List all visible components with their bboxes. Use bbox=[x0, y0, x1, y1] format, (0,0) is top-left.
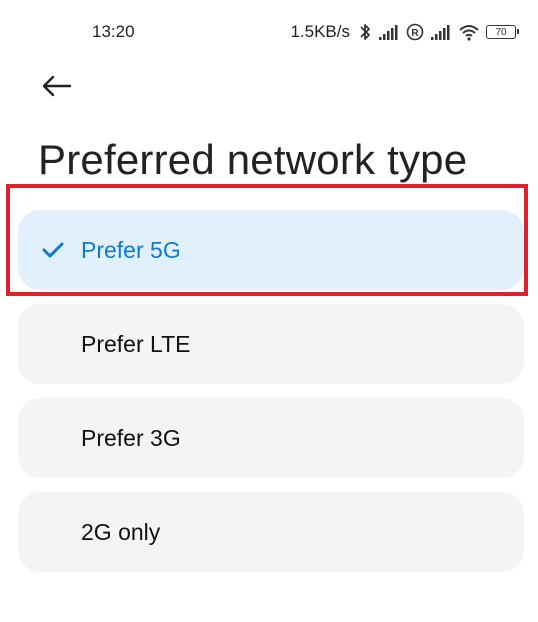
network-type-options: Prefer 5G Prefer LTE Prefer 3G 2G only bbox=[18, 210, 524, 586]
option-label: 2G only bbox=[81, 519, 161, 545]
wifi-icon bbox=[458, 23, 480, 41]
back-button[interactable] bbox=[34, 64, 78, 108]
option-prefer-5g[interactable]: Prefer 5G bbox=[18, 210, 524, 290]
option-2g-only[interactable]: 2G only bbox=[18, 492, 524, 572]
checkmark-icon bbox=[42, 242, 64, 258]
page-title: Preferred network type bbox=[38, 136, 468, 183]
screen: 13:20 1.5KB/s R 70 Preferred network typ… bbox=[0, 0, 538, 622]
bluetooth-icon bbox=[358, 22, 372, 42]
status-time: 13:20 bbox=[92, 22, 135, 41]
option-prefer-3g[interactable]: Prefer 3G bbox=[18, 398, 524, 478]
option-label: Prefer LTE bbox=[81, 331, 191, 357]
roaming-icon: R bbox=[406, 23, 424, 41]
back-arrow-icon bbox=[42, 75, 72, 97]
status-bar: 13:20 1.5KB/s R 70 bbox=[0, 0, 538, 62]
option-label: Prefer 5G bbox=[81, 237, 181, 263]
signal-icon bbox=[378, 23, 400, 41]
option-label: Prefer 3G bbox=[81, 425, 181, 451]
signal-icon bbox=[430, 23, 452, 41]
status-icons: 1.5KB/s R 70 bbox=[290, 20, 519, 44]
option-prefer-lte[interactable]: Prefer LTE bbox=[18, 304, 524, 384]
battery-icon: 70 bbox=[486, 25, 519, 39]
svg-text:R: R bbox=[411, 28, 419, 39]
battery-level: 70 bbox=[495, 26, 507, 38]
network-speed: 1.5KB/s bbox=[290, 22, 350, 41]
